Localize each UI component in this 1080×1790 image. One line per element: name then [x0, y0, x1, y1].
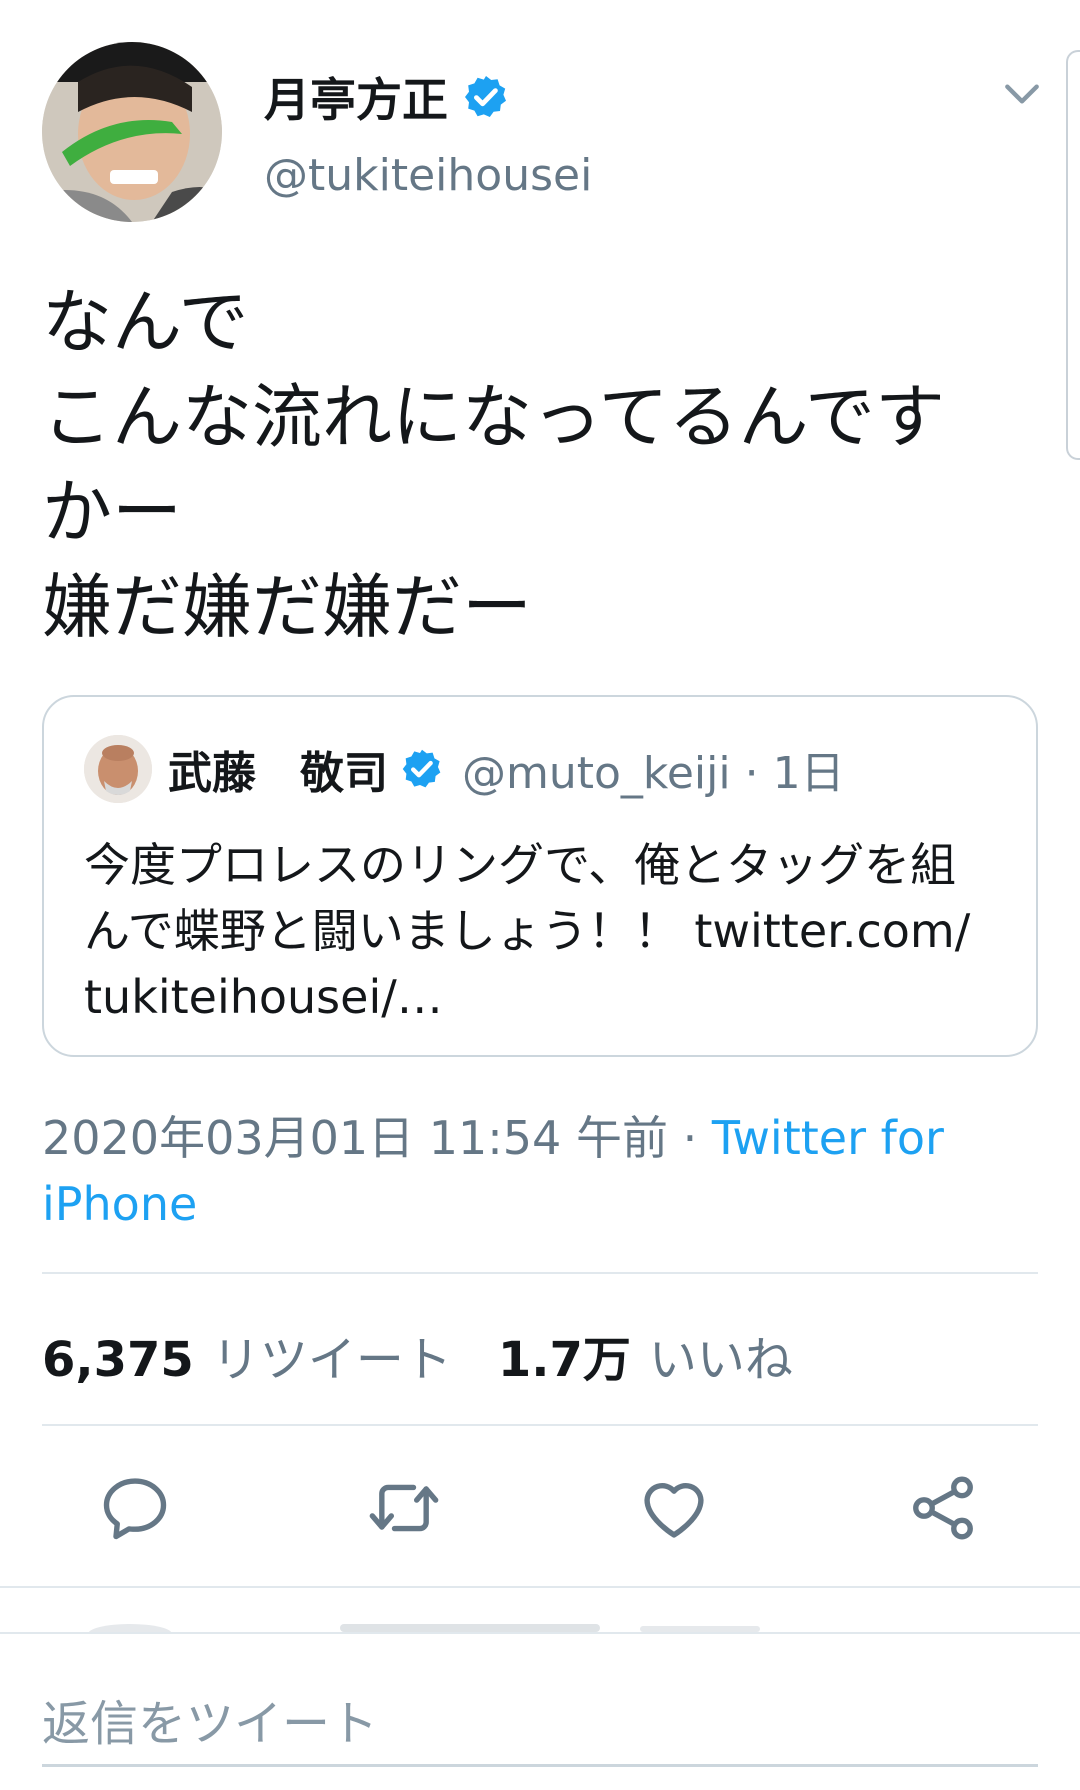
action-bar — [0, 1470, 1080, 1550]
reply-input-underline — [42, 1764, 1038, 1767]
retweet-button[interactable] — [366, 1470, 442, 1546]
quoted-text-line: 今度プロレスのリングで、俺とタッグを組 — [84, 838, 957, 892]
reply-composer-bar: 返信をツイート — [0, 1632, 1080, 1790]
share-icon — [913, 1476, 973, 1540]
tweet-source-link-cont[interactable]: iPhone — [42, 1171, 1042, 1237]
like-button[interactable] — [636, 1470, 712, 1546]
tweet-text-line: 嫌だ嫌だ嫌だー — [42, 566, 532, 648]
quoted-tweet-text: 今度プロレスのリングで、俺とタッグを組 んで蝶野と闘いましょう！！ twitte… — [84, 832, 1004, 1030]
author-display-name[interactable]: 月亭方正 — [264, 64, 448, 130]
verified-badge-icon — [402, 749, 441, 788]
like-count[interactable]: 1.7万 — [498, 1320, 631, 1390]
divider — [42, 1272, 1038, 1274]
tweet-text: なんで こんな流れになってるんです かー 嫌だ嫌だ嫌だー — [42, 275, 1042, 655]
heart-icon — [644, 1483, 704, 1538]
quoted-author-avatar — [84, 735, 152, 803]
chevron-down-icon[interactable] — [1000, 72, 1044, 116]
quoted-author-name: 武藤 敬司 — [168, 748, 388, 799]
tweet-stats: 6,375 リツイート 1.7万 いいね — [42, 1320, 839, 1390]
tweet-timestamp: 2020年03月01日 11:54 午前 — [42, 1111, 668, 1165]
side-panel-edge — [1066, 50, 1080, 460]
quoted-handle-text: @muto_keiji — [462, 748, 731, 799]
next-reply-peek — [0, 1612, 1080, 1632]
dot-separator: · — [682, 1111, 698, 1165]
like-label[interactable]: いいね — [649, 1320, 793, 1390]
quoted-tweet-card[interactable]: 武藤 敬司 @muto_keiji · 1日 今度プロレスのリングで、俺とタッグ… — [42, 695, 1038, 1057]
tweet-meta: 2020年03月01日 11:54 午前 · Twitter for iPhon… — [42, 1105, 1042, 1237]
tweet-text-line: こんな流れになってるんです — [42, 376, 945, 458]
tweet-text-line: かー — [42, 471, 182, 553]
retweet-label[interactable]: リツイート — [212, 1320, 452, 1390]
quoted-text-line: んで蝶野と闘いましょう！！ twitter.com/ — [84, 904, 971, 958]
tweet-header: 月亭方正 @tukiteihousei — [0, 0, 1080, 230]
user-avatar[interactable] — [42, 42, 222, 222]
quoted-author-handle: @muto_keiji · 1日 — [462, 737, 845, 801]
tweet-source-link[interactable]: Twitter for — [712, 1111, 944, 1165]
retweet-icon — [369, 1484, 439, 1532]
reply-button[interactable] — [97, 1470, 173, 1546]
comment-icon — [103, 1478, 167, 1540]
dot-separator: · — [744, 748, 759, 799]
quoted-tweet-header: 武藤 敬司 @muto_keiji · 1日 — [84, 735, 845, 803]
retweet-count[interactable]: 6,375 — [42, 1332, 194, 1388]
divider — [42, 1424, 1038, 1426]
tweet-text-line: なんで — [42, 281, 249, 363]
share-button[interactable] — [905, 1470, 981, 1546]
author-handle[interactable]: @tukiteihousei — [264, 150, 592, 201]
quoted-time: 1日 — [772, 748, 845, 799]
author-name-row[interactable]: 月亭方正 — [264, 64, 510, 130]
verified-badge-icon — [465, 76, 506, 117]
reply-input[interactable]: 返信をツイート — [42, 1684, 378, 1754]
quoted-text-line: tukiteihousei/… — [84, 970, 443, 1024]
divider — [0, 1586, 1080, 1588]
